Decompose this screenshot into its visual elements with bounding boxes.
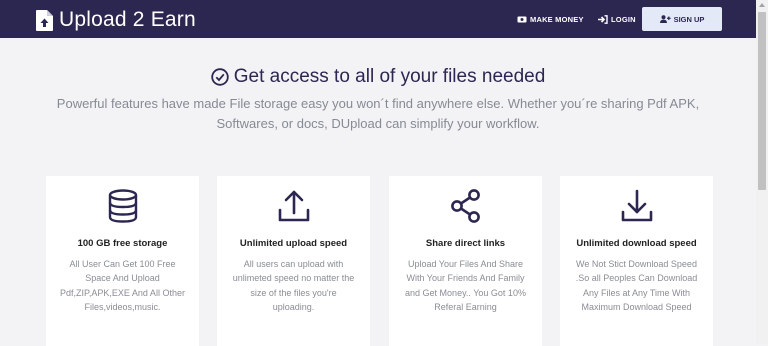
feature-title: 100 GB free storage: [77, 238, 168, 249]
sign-up-button[interactable]: SIGN UP: [642, 7, 722, 31]
scroll-up-arrow-icon[interactable]: [759, 3, 765, 7]
file-upload-icon: [36, 9, 53, 31]
login-label: LOGIN: [611, 14, 636, 24]
scrollbar-thumb[interactable]: [758, 12, 766, 190]
sign-up-label: SIGN UP: [673, 14, 705, 24]
navbar: Upload 2 Earn MAKE MONEY LOGIN SIGN UP: [0, 0, 756, 38]
add-user-icon: [659, 15, 671, 23]
money-icon: [517, 16, 527, 22]
brand-logo[interactable]: Upload 2 Earn: [36, 8, 196, 31]
feature-card-download: Unlimited download speed We Not Stict Do…: [560, 176, 713, 346]
feature-title: Unlimited download speed: [576, 238, 697, 249]
make-money-link[interactable]: MAKE MONEY: [517, 8, 584, 30]
login-icon: [598, 14, 608, 24]
share-icon: [451, 189, 480, 223]
feature-title: Unlimited upload speed: [239, 238, 348, 249]
feature-description: All User Can Get 100 Free Space And Uplo…: [60, 259, 185, 312]
section-subtitle: Powerful features have made File storage…: [56, 96, 700, 131]
download-icon: [621, 189, 653, 222]
login-link[interactable]: LOGIN: [598, 8, 636, 30]
scrollbar[interactable]: [756, 0, 768, 344]
feature-card-share: Share direct links Upload Your Files And…: [389, 176, 542, 346]
make-money-label: MAKE MONEY: [530, 14, 584, 24]
feature-description: We Not Stict Download Speed .So all Peop…: [575, 259, 698, 312]
upload-icon: [278, 190, 310, 222]
feature-title: Share direct links: [425, 238, 506, 249]
feature-description: All users can upload with unlimeted spee…: [232, 259, 355, 312]
feature-description: Upload Your Files And Share With Your Fr…: [405, 259, 526, 312]
feature-card-upload: Unlimited upload speed All users can upl…: [217, 176, 370, 346]
check-circle-icon: [211, 68, 229, 86]
feature-card-storage: 100 GB free storage All User Can Get 100…: [46, 176, 199, 346]
section-heading: Get access to all of your files needed: [0, 66, 756, 91]
section-title: Get access to all of your files needed: [233, 66, 546, 87]
database-icon: [108, 189, 138, 223]
brand-name: Upload 2 Earn: [59, 8, 196, 31]
